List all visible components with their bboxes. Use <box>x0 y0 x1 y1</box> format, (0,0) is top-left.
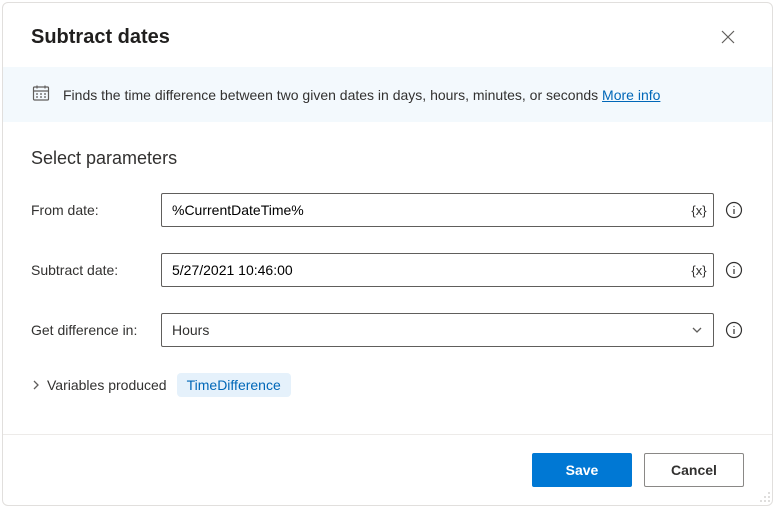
from-date-info-button[interactable] <box>724 200 744 220</box>
cancel-button[interactable]: Cancel <box>644 453 744 487</box>
get-difference-select[interactable]: Hours <box>161 313 714 347</box>
get-difference-value: Hours <box>162 314 681 346</box>
calendar-icon <box>31 83 51 106</box>
from-date-variable-picker[interactable]: {x} <box>685 194 713 226</box>
info-banner-text: Finds the time difference between two gi… <box>63 87 660 103</box>
info-icon <box>725 321 743 339</box>
info-icon <box>725 201 743 219</box>
chevron-right-icon <box>31 377 41 393</box>
close-button[interactable] <box>712 21 744 53</box>
more-info-link[interactable]: More info <box>602 87 660 103</box>
section-title: Select parameters <box>31 148 744 169</box>
dialog-header: Subtract dates <box>3 3 772 67</box>
get-difference-info-button[interactable] <box>724 320 744 340</box>
variables-produced-expander[interactable]: Variables produced <box>31 377 167 393</box>
subtract-date-info-button[interactable] <box>724 260 744 280</box>
variable-chip-timedifference[interactable]: TimeDifference <box>177 373 291 397</box>
dialog-body: Select parameters From date: {x} Subtrac… <box>3 122 772 434</box>
row-subtract-date: Subtract date: {x} <box>31 253 744 287</box>
get-difference-dropdown-toggle[interactable] <box>681 314 713 346</box>
dialog-title: Subtract dates <box>31 26 170 49</box>
close-icon <box>721 30 735 44</box>
info-description: Finds the time difference between two gi… <box>63 87 598 103</box>
info-banner: Finds the time difference between two gi… <box>3 67 772 122</box>
row-from-date: From date: {x} <box>31 193 744 227</box>
row-get-difference: Get difference in: Hours <box>31 313 744 347</box>
subtract-date-variable-picker[interactable]: {x} <box>685 254 713 286</box>
info-icon <box>725 261 743 279</box>
save-button[interactable]: Save <box>532 453 632 487</box>
variables-produced-label: Variables produced <box>47 377 167 393</box>
label-from-date: From date: <box>31 202 161 218</box>
label-subtract-date: Subtract date: <box>31 262 161 278</box>
variables-produced-row: Variables produced TimeDifference <box>31 373 744 397</box>
subtract-date-input-wrap: {x} <box>161 253 714 287</box>
chevron-down-icon <box>691 324 703 336</box>
from-date-input-wrap: {x} <box>161 193 714 227</box>
subtract-date-input[interactable] <box>162 254 685 286</box>
label-get-difference: Get difference in: <box>31 322 161 338</box>
dialog-footer: Save Cancel <box>3 434 772 505</box>
subtract-dates-dialog: Subtract dates Finds the time difference… <box>2 2 773 506</box>
from-date-input[interactable] <box>162 194 685 226</box>
